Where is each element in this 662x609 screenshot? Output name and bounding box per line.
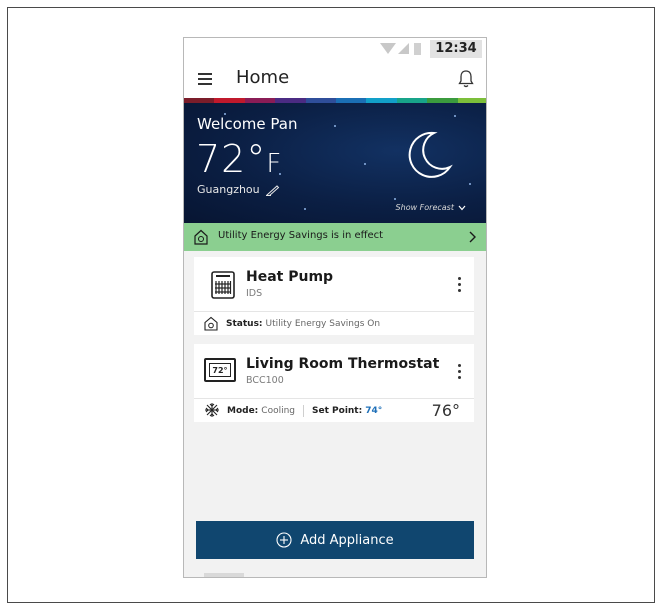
- add-appliance-button[interactable]: Add Appliance: [196, 521, 474, 559]
- forecast-label: Show Forecast: [395, 203, 454, 212]
- outdoor-temperature: 72°F: [196, 137, 281, 181]
- device-name: Living Room Thermostat: [246, 356, 440, 372]
- device-card-header[interactable]: 72° Living Room Thermostat BCC100: [194, 344, 474, 399]
- menu-icon[interactable]: [198, 73, 212, 85]
- device-model: IDS: [246, 288, 263, 299]
- battery-icon: [414, 43, 421, 55]
- moon-icon: [408, 131, 453, 178]
- thermostat-info-row: Mode: Cooling Set Point: 74° 76°: [194, 399, 474, 422]
- temperature-unit: F: [266, 149, 282, 179]
- mode-value: Cooling: [261, 405, 296, 416]
- bell-icon[interactable]: [458, 69, 474, 89]
- status-icons: [380, 43, 422, 55]
- setpoint-label: Set Point:: [312, 405, 363, 416]
- page-title: Home: [236, 67, 290, 88]
- location-row[interactable]: Guangzhou: [197, 183, 280, 196]
- house-energy-icon: [194, 229, 208, 245]
- snowflake-icon: [205, 403, 219, 417]
- status-time: 12:34: [430, 40, 482, 58]
- phone-screen: 12:34 Home Welcome Pan 72°F Guangzhou Sh…: [183, 37, 487, 578]
- setpoint-value: 74°: [365, 405, 383, 416]
- status-bar: 12:34: [184, 38, 486, 60]
- heat-pump-icon: [211, 271, 235, 299]
- device-card-heat-pump[interactable]: Heat Pump IDS Status: Utility Energy Sav…: [194, 257, 474, 335]
- add-appliance-label: Add Appliance: [300, 532, 394, 548]
- current-temperature: 76°: [431, 401, 460, 420]
- divider: [303, 404, 305, 417]
- weather-panel: Welcome Pan 72°F Guangzhou Show Forecast: [184, 103, 486, 223]
- temperature-value: 72°: [196, 137, 267, 181]
- house-energy-icon: [204, 316, 218, 331]
- more-options-icon[interactable]: [458, 364, 462, 380]
- bottom-edge-peek: [204, 573, 244, 577]
- device-card-thermostat[interactable]: 72° Living Room Thermostat BCC100 Mode: …: [194, 344, 474, 422]
- thermostat-icon: 72°: [204, 358, 236, 382]
- device-card-header[interactable]: Heat Pump IDS: [194, 257, 474, 312]
- energy-savings-banner[interactable]: Utility Energy Savings is in effect: [184, 223, 486, 251]
- pencil-icon[interactable]: [265, 184, 280, 196]
- plus-circle-icon: [276, 532, 292, 548]
- chevron-right-icon: [469, 231, 476, 243]
- mode-label: Mode:: [227, 405, 259, 416]
- device-model: BCC100: [246, 375, 284, 386]
- wifi-icon: [380, 43, 396, 54]
- thermostat-display: 72°: [209, 363, 231, 377]
- device-status-row: Status: Utility Energy Savings On: [194, 312, 474, 335]
- more-options-icon[interactable]: [458, 277, 462, 293]
- chevron-down-icon: [458, 205, 466, 210]
- city-name: Guangzhou: [197, 183, 260, 196]
- status-label: Status:: [226, 318, 263, 329]
- welcome-message: Welcome Pan: [197, 115, 298, 133]
- show-forecast-toggle[interactable]: Show Forecast: [396, 203, 466, 212]
- device-name: Heat Pump: [246, 269, 334, 285]
- status-value: Utility Energy Savings On: [265, 318, 381, 329]
- app-bar: Home: [184, 60, 486, 98]
- signal-icon: [398, 43, 409, 54]
- banner-text: Utility Energy Savings is in effect: [218, 230, 384, 241]
